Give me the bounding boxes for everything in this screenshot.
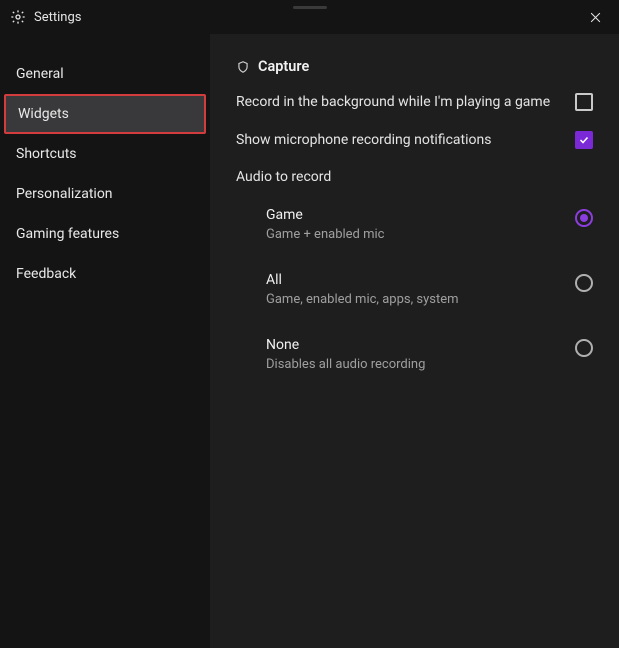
sidebar-item-feedback[interactable]: Feedback [0,254,210,294]
radio-title: Game [266,207,384,223]
sidebar-item-label: Shortcuts [16,146,77,162]
radio-desc: Disables all audio recording [266,357,425,372]
radio-desc: Game, enabled mic, apps, system [266,292,459,307]
radio-icon[interactable] [575,339,593,357]
setting-label: Record in the background while I'm playi… [236,94,550,110]
audio-to-record-header: Audio to record [236,169,593,185]
checkbox-mic-notifications[interactable] [575,131,593,149]
checkmark-icon [578,134,590,146]
setting-label: Show microphone recording notifications [236,132,491,148]
close-icon [588,10,603,25]
window-title: Settings [34,10,581,25]
sidebar-item-label: Feedback [16,266,76,282]
sidebar-item-general[interactable]: General [0,54,210,94]
radio-icon[interactable] [575,274,593,292]
audio-radio-group: Game Game + enabled mic All Game, enable… [236,207,593,372]
radio-option-all[interactable]: All Game, enabled mic, apps, system [266,272,593,307]
titlebar: Settings [0,0,619,34]
radio-desc: Game + enabled mic [266,227,384,242]
sidebar-item-label: Widgets [18,106,69,122]
titlebar-notch[interactable] [293,6,327,9]
content-pane: Capture Record in the background while I… [210,34,619,648]
sidebar-item-label: Personalization [16,186,113,202]
checkbox-record-background[interactable] [575,93,593,111]
settings-window: Settings General Widgets Shortcuts Perso… [0,0,619,648]
sidebar-item-label: Gaming features [16,226,119,242]
radio-title: All [266,272,459,288]
setting-record-background[interactable]: Record in the background while I'm playi… [236,93,593,111]
sidebar: General Widgets Shortcuts Personalizatio… [0,34,210,648]
radio-icon[interactable] [575,209,593,227]
section-header: Capture [236,58,593,75]
shield-icon [236,60,250,74]
section-title: Capture [258,58,309,75]
setting-mic-notifications[interactable]: Show microphone recording notifications [236,131,593,149]
sidebar-item-personalization[interactable]: Personalization [0,174,210,214]
gear-icon [10,9,26,25]
sidebar-item-label: General [16,66,64,82]
radio-option-game[interactable]: Game Game + enabled mic [266,207,593,242]
sidebar-item-shortcuts[interactable]: Shortcuts [0,134,210,174]
radio-option-none[interactable]: None Disables all audio recording [266,337,593,372]
close-button[interactable] [581,3,609,31]
sidebar-item-gaming-features[interactable]: Gaming features [0,214,210,254]
radio-title: None [266,337,425,353]
sidebar-item-widgets[interactable]: Widgets [4,94,206,134]
